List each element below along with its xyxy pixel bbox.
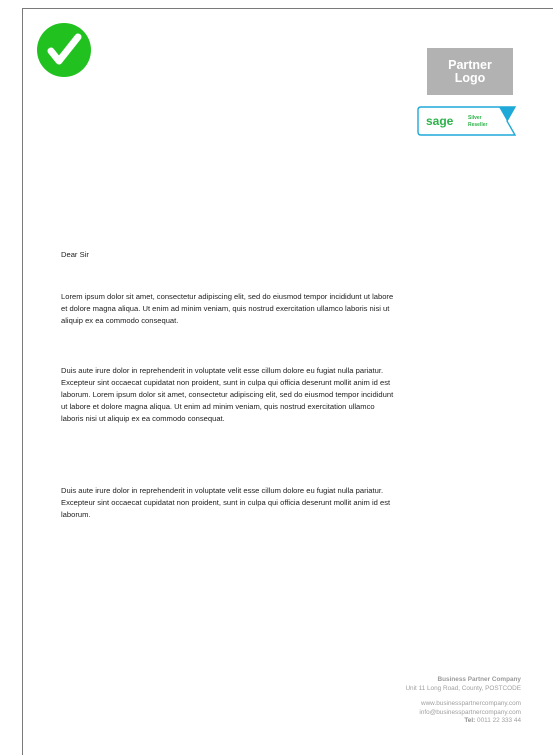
footer-address: Unit 11 Long Road, County, POSTCODE [405,684,521,692]
footer-tel-number: 0011 22 333 44 [477,717,521,725]
letter-paragraph-2: Duis aute irure dolor in reprehenderit i… [61,366,394,424]
partner-logo-line1: Partner [448,57,492,72]
footer-contact-block: Business Partner Company Unit 11 Long Ro… [301,676,521,726]
partner-logo-line2: Logo [454,70,486,85]
footer-company-name: Business Partner Company [437,676,521,683]
salutation: Dear Sir [61,250,89,259]
sage-silver-reseller-badge: sage Silver Reseller [417,106,517,136]
badge-tier-line2: Reseller [468,122,488,128]
checkmark-icon [37,23,91,77]
page-border-left [22,8,23,755]
page-border-top [22,8,553,9]
footer-email: info@businesspartnercompany.com [419,708,521,716]
sage-brand-text: sage [426,114,454,128]
footer-tel-label: Tel: [464,717,476,725]
footer-website: www.businesspartnercompany.com [420,700,521,708]
letter-paragraph-3: Duis aute irure dolor in reprehenderit i… [61,486,391,520]
letter-paragraph-1: Lorem ipsum dolor sit amet, consectetur … [61,292,394,326]
footer-telephone: Tel: 0011 22 333 44 [301,717,521,726]
badge-tier-line1: Silver [468,115,482,121]
partner-logo-placeholder: Partner Logo [427,48,513,95]
footer-spacer [301,693,521,700]
letterhead-page: Partner Logo sage Silver Reseller Dear S… [0,0,553,755]
